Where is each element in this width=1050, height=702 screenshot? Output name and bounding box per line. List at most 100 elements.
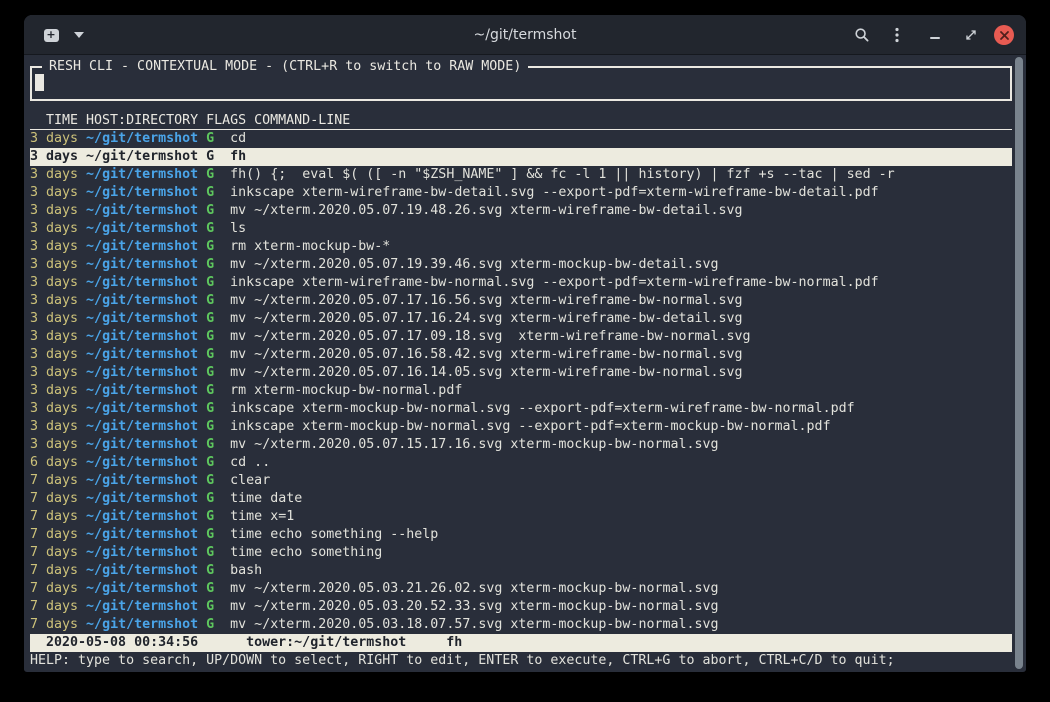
row-command: ls (214, 221, 246, 236)
history-row[interactable]: 3 days ~/git/termshot G fh (30, 148, 1012, 166)
row-command: rm xterm-mockup-bw-* (214, 239, 390, 254)
row-flags: G (198, 455, 214, 470)
row-flags: G (198, 149, 214, 164)
row-host: ~/git/termshot (78, 257, 198, 272)
row-flags: G (198, 311, 214, 326)
row-flags: G (198, 401, 214, 416)
row-command: bash (214, 563, 262, 578)
scrollbar-thumb[interactable] (1015, 57, 1023, 669)
row-command: time x=1 (214, 509, 294, 524)
row-host: ~/git/termshot (78, 563, 198, 578)
row-command: cd .. (214, 455, 270, 470)
row-time: 7 days (30, 509, 78, 524)
row-host: ~/git/termshot (78, 509, 198, 524)
row-command: inkscape xterm-mockup-bw-normal.svg --ex… (214, 401, 854, 416)
row-time: 3 days (30, 203, 78, 218)
history-row[interactable]: 7 days ~/git/termshot G mv ~/xterm.2020.… (30, 580, 1012, 598)
status-bar: 2020-05-08 00:34:56 tower:~/git/termshot… (30, 634, 1012, 652)
history-row[interactable]: 7 days ~/git/termshot G time date (30, 490, 1012, 508)
row-command: inkscape xterm-mockup-bw-normal.svg --ex… (214, 419, 830, 434)
terminal-screen: RESH CLI - CONTEXTUAL MODE - (CTRL+R to … (24, 55, 1026, 671)
history-row[interactable]: 6 days ~/git/termshot G cd .. (30, 454, 1012, 472)
row-time: 6 days (30, 455, 78, 470)
row-command: mv ~/xterm.2020.05.07.19.48.26.svg xterm… (214, 203, 742, 218)
row-host: ~/git/termshot (78, 473, 198, 488)
row-flags: G (198, 185, 214, 200)
row-time: 7 days (30, 545, 78, 560)
history-row[interactable]: 7 days ~/git/termshot G bash (30, 562, 1012, 580)
row-host: ~/git/termshot (78, 167, 198, 182)
history-row[interactable]: 7 days ~/git/termshot G time echo someth… (30, 544, 1012, 562)
menu-button[interactable] (894, 21, 900, 49)
row-host: ~/git/termshot (78, 347, 198, 362)
row-command: clear (214, 473, 270, 488)
history-row[interactable]: 3 days ~/git/termshot G mv ~/xterm.2020.… (30, 436, 1012, 454)
new-tab-button[interactable] (38, 22, 64, 48)
history-row[interactable]: 7 days ~/git/termshot G mv ~/xterm.2020.… (30, 616, 1012, 634)
history-row[interactable]: 3 days ~/git/termshot G inkscape xterm-m… (30, 400, 1012, 418)
history-row[interactable]: 7 days ~/git/termshot G mv ~/xterm.2020.… (30, 598, 1012, 616)
minimize-button[interactable] (930, 21, 940, 49)
history-row[interactable]: 3 days ~/git/termshot G mv ~/xterm.2020.… (30, 346, 1012, 364)
history-row[interactable]: 3 days ~/git/termshot G rm xterm-mockup-… (30, 238, 1012, 256)
row-flags: G (198, 437, 214, 452)
row-time: 3 days (30, 293, 78, 308)
row-flags: G (198, 473, 214, 488)
history-row[interactable]: 3 days ~/git/termshot G ls (30, 220, 1012, 238)
row-flags: G (198, 293, 214, 308)
row-host: ~/git/termshot (78, 527, 198, 542)
chevron-down-icon[interactable] (74, 32, 84, 38)
kebab-menu-icon (894, 27, 900, 43)
text-cursor (35, 74, 44, 91)
history-row[interactable]: 3 days ~/git/termshot G inkscape xterm-m… (30, 418, 1012, 436)
row-host: ~/git/termshot (78, 419, 198, 434)
row-flags: G (198, 527, 214, 542)
history-row[interactable]: 7 days ~/git/termshot G time x=1 (30, 508, 1012, 526)
history-row[interactable]: 3 days ~/git/termshot G mv ~/xterm.2020.… (30, 328, 1012, 346)
restore-button[interactable] (964, 21, 978, 49)
history-row[interactable]: 3 days ~/git/termshot G cd (30, 130, 1012, 148)
row-command: mv ~/xterm.2020.05.07.17.16.56.svg xterm… (214, 293, 742, 308)
row-command: mv ~/xterm.2020.05.03.20.52.33.svg xterm… (214, 599, 718, 614)
row-flags: G (198, 329, 214, 344)
history-row[interactable]: 3 days ~/git/termshot G mv ~/xterm.2020.… (30, 292, 1012, 310)
row-time: 3 days (30, 239, 78, 254)
row-flags: G (198, 383, 214, 398)
history-row[interactable]: 3 days ~/git/termshot G inkscape xterm-w… (30, 184, 1012, 202)
row-flags: G (198, 419, 214, 434)
row-flags: G (198, 509, 214, 524)
row-command: mv ~/xterm.2020.05.07.16.58.42.svg xterm… (214, 347, 742, 362)
row-time: 7 days (30, 527, 78, 542)
history-row[interactable]: 3 days ~/git/termshot G mv ~/xterm.2020.… (30, 256, 1012, 274)
row-flags: G (198, 167, 214, 182)
history-row[interactable]: 3 days ~/git/termshot G fh() {; eval $( … (30, 166, 1012, 184)
history-row[interactable]: 3 days ~/git/termshot G rm xterm-mockup-… (30, 382, 1012, 400)
row-command: time echo something --help (214, 527, 438, 542)
row-host: ~/git/termshot (78, 239, 198, 254)
row-command: inkscape xterm-wireframe-bw-detail.svg -… (214, 185, 878, 200)
row-flags: G (198, 491, 214, 506)
row-flags: G (198, 203, 214, 218)
search-button[interactable] (854, 21, 870, 49)
titlebar-left-controls (38, 15, 84, 55)
close-button[interactable] (994, 21, 1014, 49)
history-row[interactable]: 3 days ~/git/termshot G inkscape xterm-w… (30, 274, 1012, 292)
row-flags: G (198, 347, 214, 362)
row-time: 7 days (30, 617, 78, 632)
row-flags: G (198, 563, 214, 578)
titlebar-right-controls (854, 15, 1014, 55)
history-row[interactable]: 3 days ~/git/termshot G mv ~/xterm.2020.… (30, 202, 1012, 220)
row-host: ~/git/termshot (78, 383, 198, 398)
restore-icon (964, 28, 978, 42)
scrollbar[interactable] (1015, 57, 1023, 669)
history-row[interactable]: 3 days ~/git/termshot G mv ~/xterm.2020.… (30, 364, 1012, 382)
history-row[interactable]: 3 days ~/git/termshot G mv ~/xterm.2020.… (30, 310, 1012, 328)
help-line: HELP: type to search, UP/DOWN to select,… (30, 652, 1012, 670)
search-box[interactable]: RESH CLI - CONTEXTUAL MODE - (CTRL+R to … (30, 66, 1012, 101)
history-row[interactable]: 7 days ~/git/termshot G clear (30, 472, 1012, 490)
row-host: ~/git/termshot (78, 329, 198, 344)
row-time: 7 days (30, 599, 78, 614)
history-row[interactable]: 7 days ~/git/termshot G time echo someth… (30, 526, 1012, 544)
row-flags: G (198, 545, 214, 560)
row-time: 7 days (30, 491, 78, 506)
